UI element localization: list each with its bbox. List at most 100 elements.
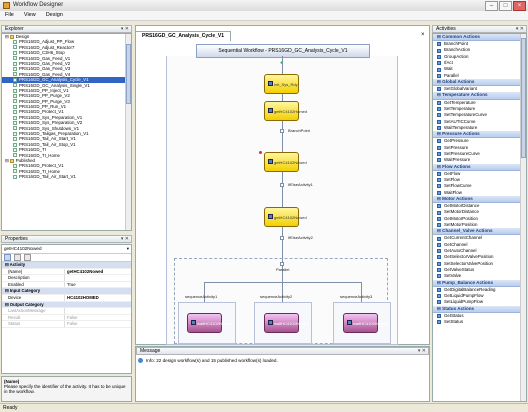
- activity-item[interactable]: SetStatus: [433, 319, 526, 325]
- activities-scrollbar[interactable]: [520, 34, 526, 401]
- property-category[interactable]: ⊟ Activity: [2, 262, 131, 269]
- activity-label: Init_Sys_Rdy: [274, 82, 298, 87]
- menu-design[interactable]: Design: [41, 11, 68, 20]
- property-value[interactable]: False: [64, 321, 131, 327]
- activity-icon: [437, 255, 441, 260]
- properties-header: Properties ▾ ✕: [1, 235, 132, 243]
- workflow-icon: [13, 67, 17, 72]
- pin-icon[interactable]: ▾ ✕: [418, 348, 426, 355]
- property-row[interactable]: LastActionMessage: [2, 308, 131, 315]
- ifelse-label-2: IfElseActivity2: [288, 235, 313, 240]
- activity-wait-hc4102-homed-1[interactable]: waitHC4102Homed: [187, 313, 232, 333]
- activities-toolbox[interactable]: ⊟ Common Actions BranchPoint BranchAction G…: [432, 33, 527, 402]
- tree-item-label: PRS16GD_Tail_Air_Start_V1: [19, 174, 76, 180]
- ifelse-marker[interactable]: [280, 183, 284, 187]
- workflow-icon: [13, 142, 17, 147]
- explorer-tree[interactable]: ⊟ Design PRS16GD_Adjust_PP_Flow PRS16GD_Adj…: [1, 33, 132, 231]
- activity-icon: [437, 242, 441, 247]
- activity-category[interactable]: ⊟ Motor Actions: [433, 195, 526, 204]
- activity-wait-hc4102-homed-2[interactable]: waitHC4102Homed: [264, 313, 309, 333]
- object-selector[interactable]: getHC4102Nowed ▾: [2, 245, 131, 254]
- property-value[interactable]: getHC4102Nowed: [64, 268, 131, 275]
- property-row[interactable]: Device HC4102HOMED: [2, 294, 131, 302]
- activity-category[interactable]: ⊟ Common Actions: [433, 34, 526, 42]
- window-controls: – □ ×: [485, 1, 526, 11]
- activity-category[interactable]: ⊟ Pressure Actions: [433, 131, 526, 139]
- menu-file[interactable]: File: [0, 11, 19, 20]
- info-icon: [138, 358, 143, 363]
- activity-get-hc4102-homed[interactable]: getHC4102Homed: [264, 101, 307, 121]
- activity-icon: [437, 249, 441, 254]
- activity-init-sys-rdy[interactable]: Init_Sys_Rdy: [264, 74, 299, 94]
- expand-icon[interactable]: ⊟: [5, 158, 9, 163]
- activity-icon: [268, 108, 273, 113]
- sequence-label-3: sequenceActivity3: [340, 294, 373, 299]
- property-value[interactable]: [64, 275, 131, 281]
- property-value[interactable]: True: [64, 281, 131, 288]
- branch-point-label: BranchPoint: [288, 128, 310, 133]
- menu-view[interactable]: View: [19, 11, 41, 20]
- activity-label: getHC4102Homed: [274, 109, 308, 114]
- activity-category[interactable]: ⊟ Flow Actions: [433, 163, 526, 171]
- tab-document[interactable]: PRS16GD_GC_Analysis_Cycle_V1: [135, 31, 231, 41]
- activity-icon: [437, 190, 441, 195]
- expand-icon[interactable]: ⊟: [5, 34, 9, 39]
- activity-category[interactable]: ⊟ Global Actions: [433, 78, 526, 87]
- property-category[interactable]: ⊟ Output Category: [2, 301, 131, 309]
- properties-title: Properties: [5, 236, 28, 242]
- property-pages-icon[interactable]: [24, 254, 31, 261]
- property-key: Description: [8, 275, 30, 281]
- activity-icon: [437, 73, 441, 78]
- message-title: Message: [140, 348, 161, 354]
- alphabetical-icon[interactable]: [14, 254, 21, 261]
- explorer-header: Explorer ▾ ✕: [1, 25, 132, 33]
- property-grid[interactable]: getHC4102Nowed ▾ ⊟ Activity (Name) getHC41…: [1, 244, 132, 374]
- minimize-button[interactable]: –: [485, 1, 498, 11]
- activity-item-label: WaitPressure: [444, 157, 471, 163]
- property-key: (Name): [8, 268, 23, 274]
- property-row[interactable]: Result False: [2, 314, 131, 322]
- property-key: Result: [8, 314, 21, 320]
- tree-item[interactable]: PRS16GD_Tail_Air_Start_V1: [2, 174, 131, 179]
- property-key: ⊟ Activity: [5, 262, 26, 267]
- activity-icon: [437, 67, 441, 72]
- activity-icon: [437, 42, 441, 47]
- activity-icon: [437, 268, 441, 273]
- activity-get-hc4102-nowed-2[interactable]: getHC4102Nowed: [264, 207, 307, 227]
- property-row[interactable]: Status False: [2, 321, 131, 328]
- pin-icon[interactable]: ▾ ✕: [121, 26, 129, 33]
- pin-icon[interactable]: ▾ ✕: [121, 236, 129, 243]
- property-value[interactable]: HC4102HOMED: [64, 294, 131, 301]
- workflow-icon: [13, 45, 17, 50]
- branch-point-marker[interactable]: [280, 129, 284, 133]
- activity-category[interactable]: ⊟ Channel_Valve Actions: [433, 228, 526, 236]
- activity-icon: [437, 223, 441, 228]
- explorer-title: Explorer: [5, 26, 24, 32]
- explorer-scrollbar[interactable]: [125, 34, 131, 230]
- pin-icon[interactable]: ▾ ✕: [516, 26, 524, 33]
- close-tab-icon[interactable]: ×: [421, 32, 425, 38]
- activity-category[interactable]: ⊟ Status Actions: [433, 305, 526, 313]
- activity-item-label: SetValve: [444, 273, 462, 279]
- categorized-icon[interactable]: [4, 254, 11, 261]
- activity-wait-hc4102-homed-3[interactable]: waitHC4102Homed: [343, 313, 388, 333]
- activity-icon: [437, 294, 441, 299]
- property-value[interactable]: [64, 308, 131, 314]
- activity-category[interactable]: ⊟ Temperature Actions: [433, 92, 526, 100]
- property-category[interactable]: ⊟ Input Category: [2, 288, 131, 295]
- property-key: Device: [8, 294, 22, 300]
- maximize-button[interactable]: □: [499, 1, 512, 11]
- property-rows: ⊟ Activity (Name) getHC4102Nowed Descriptio…: [2, 262, 131, 328]
- activity-icon: [437, 171, 441, 176]
- activity-category[interactable]: ⊟ Pump_Balance Actions: [433, 279, 526, 287]
- property-row[interactable]: Enabled True: [2, 281, 131, 289]
- property-row[interactable]: Description: [2, 275, 131, 282]
- property-row[interactable]: (Name) getHC4102Nowed: [2, 268, 131, 276]
- close-button[interactable]: ×: [513, 1, 526, 11]
- property-value[interactable]: False: [64, 314, 131, 321]
- activity-icon: [437, 113, 441, 118]
- sequence-label-2: sequenceActivity2: [260, 294, 293, 299]
- activity-get-hc4102-nowed-1[interactable]: getHC4102Nowed: [264, 152, 307, 172]
- ifelse-marker[interactable]: [280, 236, 284, 240]
- workflow-icon: [13, 40, 17, 45]
